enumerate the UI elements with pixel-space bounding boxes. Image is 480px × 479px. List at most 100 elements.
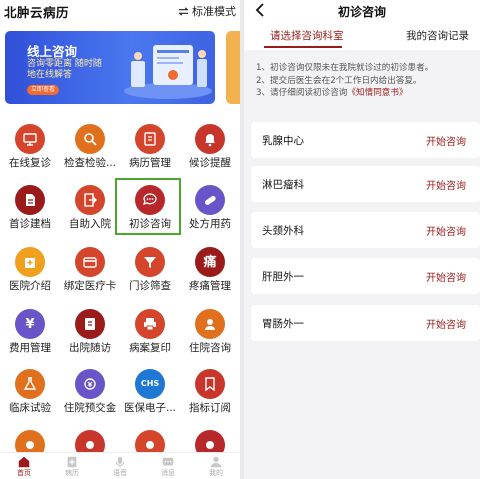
mode-label: 标准模式 [192, 5, 236, 18]
start-consult-button[interactable]: 开始咨询 [426, 177, 466, 192]
grid-item-7[interactable]: 处方用药 [180, 185, 240, 241]
grid-item-10[interactable]: 门诊筛查 [120, 247, 180, 303]
grid-item-9[interactable]: 绑定医疗卡 [60, 247, 120, 303]
grid-item-4[interactable]: 首诊建档 [0, 185, 60, 241]
tab-bar: 请选择咨询科室 我的咨询记录 [244, 22, 480, 50]
nav-label: 我的 [209, 469, 223, 477]
grid-item-label: 疼痛管理 [189, 280, 231, 292]
grid-item-12[interactable]: ¥ 费用管理 [0, 309, 60, 365]
nav-item-0[interactable]: 首页 [0, 455, 48, 479]
next-banner-peek[interactable] [226, 31, 240, 104]
banner-button[interactable]: 立即查看 [27, 85, 60, 95]
start-consult-button[interactable]: 开始咨询 [426, 316, 466, 331]
grid-item-1[interactable]: 检查检验... [60, 124, 120, 180]
nav-item-1[interactable]: 病历 [48, 455, 96, 479]
department-row: 头颈外科 开始咨询 [251, 212, 480, 248]
department-name: 头颈外科 [262, 225, 304, 237]
grid-item-3[interactable]: 候诊提醒 [180, 124, 240, 180]
start-consult-button[interactable]: 开始咨询 [426, 133, 466, 148]
grid-item-5[interactable]: 自助入院 [60, 185, 120, 241]
grid-item-label: 在线复诊 [9, 157, 51, 169]
grid-item-17[interactable]: 住院预交金 [60, 369, 120, 425]
home-screen: 北肿云病历 标准模式 线上咨询 咨询零距离 随时随地在线解答 立即查看 在线复诊… [0, 0, 240, 479]
active-tab-indicator [264, 46, 342, 48]
entry-icon [75, 185, 105, 215]
flask-icon [15, 369, 45, 399]
grid-item-11[interactable]: 痛疼痛管理 [180, 247, 240, 303]
printer-icon [135, 309, 165, 339]
nav-label: 病历 [65, 469, 79, 477]
grid-item-label: 病历管理 [129, 157, 171, 169]
monitor-icon [15, 124, 45, 154]
banner-subtitle: 咨询零距离 随时随地在线解答 [27, 59, 102, 80]
nav-item-4[interactable]: 我的 [192, 455, 240, 479]
followup-icon [75, 309, 105, 339]
deposit-icon [75, 369, 105, 399]
nav-label: 语音 [113, 469, 127, 477]
consent-link[interactable]: 《知情同意书》 [347, 88, 407, 98]
tab-my-records[interactable]: 我的咨询记录 [406, 28, 469, 43]
grid-item-14[interactable]: 病案复印 [120, 309, 180, 365]
switch-icon [178, 6, 189, 16]
grid-item-13[interactable]: 出院随访 [60, 309, 120, 365]
grid-item-label: 绑定医疗卡 [63, 280, 117, 292]
nav-item-2[interactable]: 语音 [96, 455, 144, 479]
start-consult-button[interactable]: 开始咨询 [426, 223, 466, 238]
notice-line-1: 1、初诊咨询仅限未在我院就诊过的初诊患者。 [256, 63, 434, 73]
grid-item-label: 住院咨询 [189, 342, 231, 354]
department-row: 乳腺中心 开始咨询 [251, 122, 480, 158]
grid-item-8[interactable]: 医院介绍 [0, 247, 60, 303]
grid-item-19[interactable]: 指标订阅 [180, 369, 240, 425]
grid-item-label: 病案复印 [129, 342, 171, 354]
nav-item-3[interactable]: 消息 [144, 455, 192, 479]
pain-icon: 痛 [195, 247, 225, 277]
department-name: 乳腺中心 [262, 135, 304, 147]
highlight-box [115, 178, 181, 235]
hospital-icon [15, 247, 45, 277]
department-name: 胃肠外一 [262, 318, 304, 330]
bottom-nav: 首页 病历 语音 消息 我的 [0, 452, 240, 479]
notice-line-2: 2、提交后医生会在2个工作日内给出答复。 [256, 75, 422, 86]
page-title: 初诊咨询 [337, 5, 386, 19]
home-icon [18, 456, 30, 468]
banner-title: 线上咨询 [27, 44, 78, 59]
grid-item-label: 候诊提醒 [189, 157, 231, 169]
grid-item-label: 住院预交金 [63, 402, 117, 414]
grid-item-15[interactable]: 住院咨询 [180, 309, 240, 365]
nav-label: 首页 [17, 469, 31, 477]
notice-text: 1、初诊咨询仅限未在我院就诊过的初诊患者。 2、提交后医生会在2个工作日内给出答… [256, 62, 478, 100]
online-consult-banner[interactable]: 线上咨询 咨询零距离 随时随地在线解答 立即查看 [5, 31, 215, 104]
tab-select-department[interactable]: 请选择咨询科室 [270, 28, 344, 43]
grid-item-2[interactable]: 病历管理 [120, 124, 180, 180]
home-header: 北肿云病历 标准模式 [0, 0, 240, 22]
grid-item-label: 首诊建档 [9, 218, 51, 230]
message-icon [162, 457, 174, 466]
card-icon [75, 247, 105, 277]
grid-item-0[interactable]: 在线复诊 [0, 124, 60, 180]
bookmark-icon [195, 369, 225, 399]
funnel-icon [135, 247, 165, 277]
grid-item-16[interactable]: 临床试验 [0, 369, 60, 425]
department-name: 肝胆外一 [262, 271, 304, 283]
department-row: 胃肠外一 开始咨询 [251, 305, 480, 341]
yuan-icon: ¥ [15, 309, 45, 339]
document-icon [15, 185, 45, 215]
mode-switch[interactable]: 标准模式 [178, 3, 236, 19]
notice-line-3: 3、请仔细阅读初诊咨询《知情同意书》 [256, 87, 478, 100]
start-consult-button[interactable]: 开始咨询 [426, 269, 466, 284]
grid-item-label: 费用管理 [9, 342, 51, 354]
record-icon [67, 456, 77, 468]
department-row: 淋巴瘤科 开始咨询 [251, 166, 480, 202]
grid-item-label: 医保电子... [123, 402, 176, 414]
grid-item-label: 医院介绍 [9, 280, 51, 292]
grid-item-18[interactable]: CHS 医保电子... [120, 369, 180, 425]
nav-label: 消息 [161, 469, 175, 477]
grid-item-label: 自助入院 [69, 218, 111, 230]
grid-item-label: 出院随访 [69, 342, 111, 354]
app-title: 北肿云病历 [4, 5, 70, 20]
chs-icon: CHS [135, 369, 165, 399]
department-name: 淋巴瘤科 [262, 179, 304, 191]
grid-item-label: 门诊筛查 [129, 280, 171, 292]
grid-item-label: 检查检验... [63, 157, 116, 169]
grid-item-label: 指标订阅 [189, 402, 231, 414]
